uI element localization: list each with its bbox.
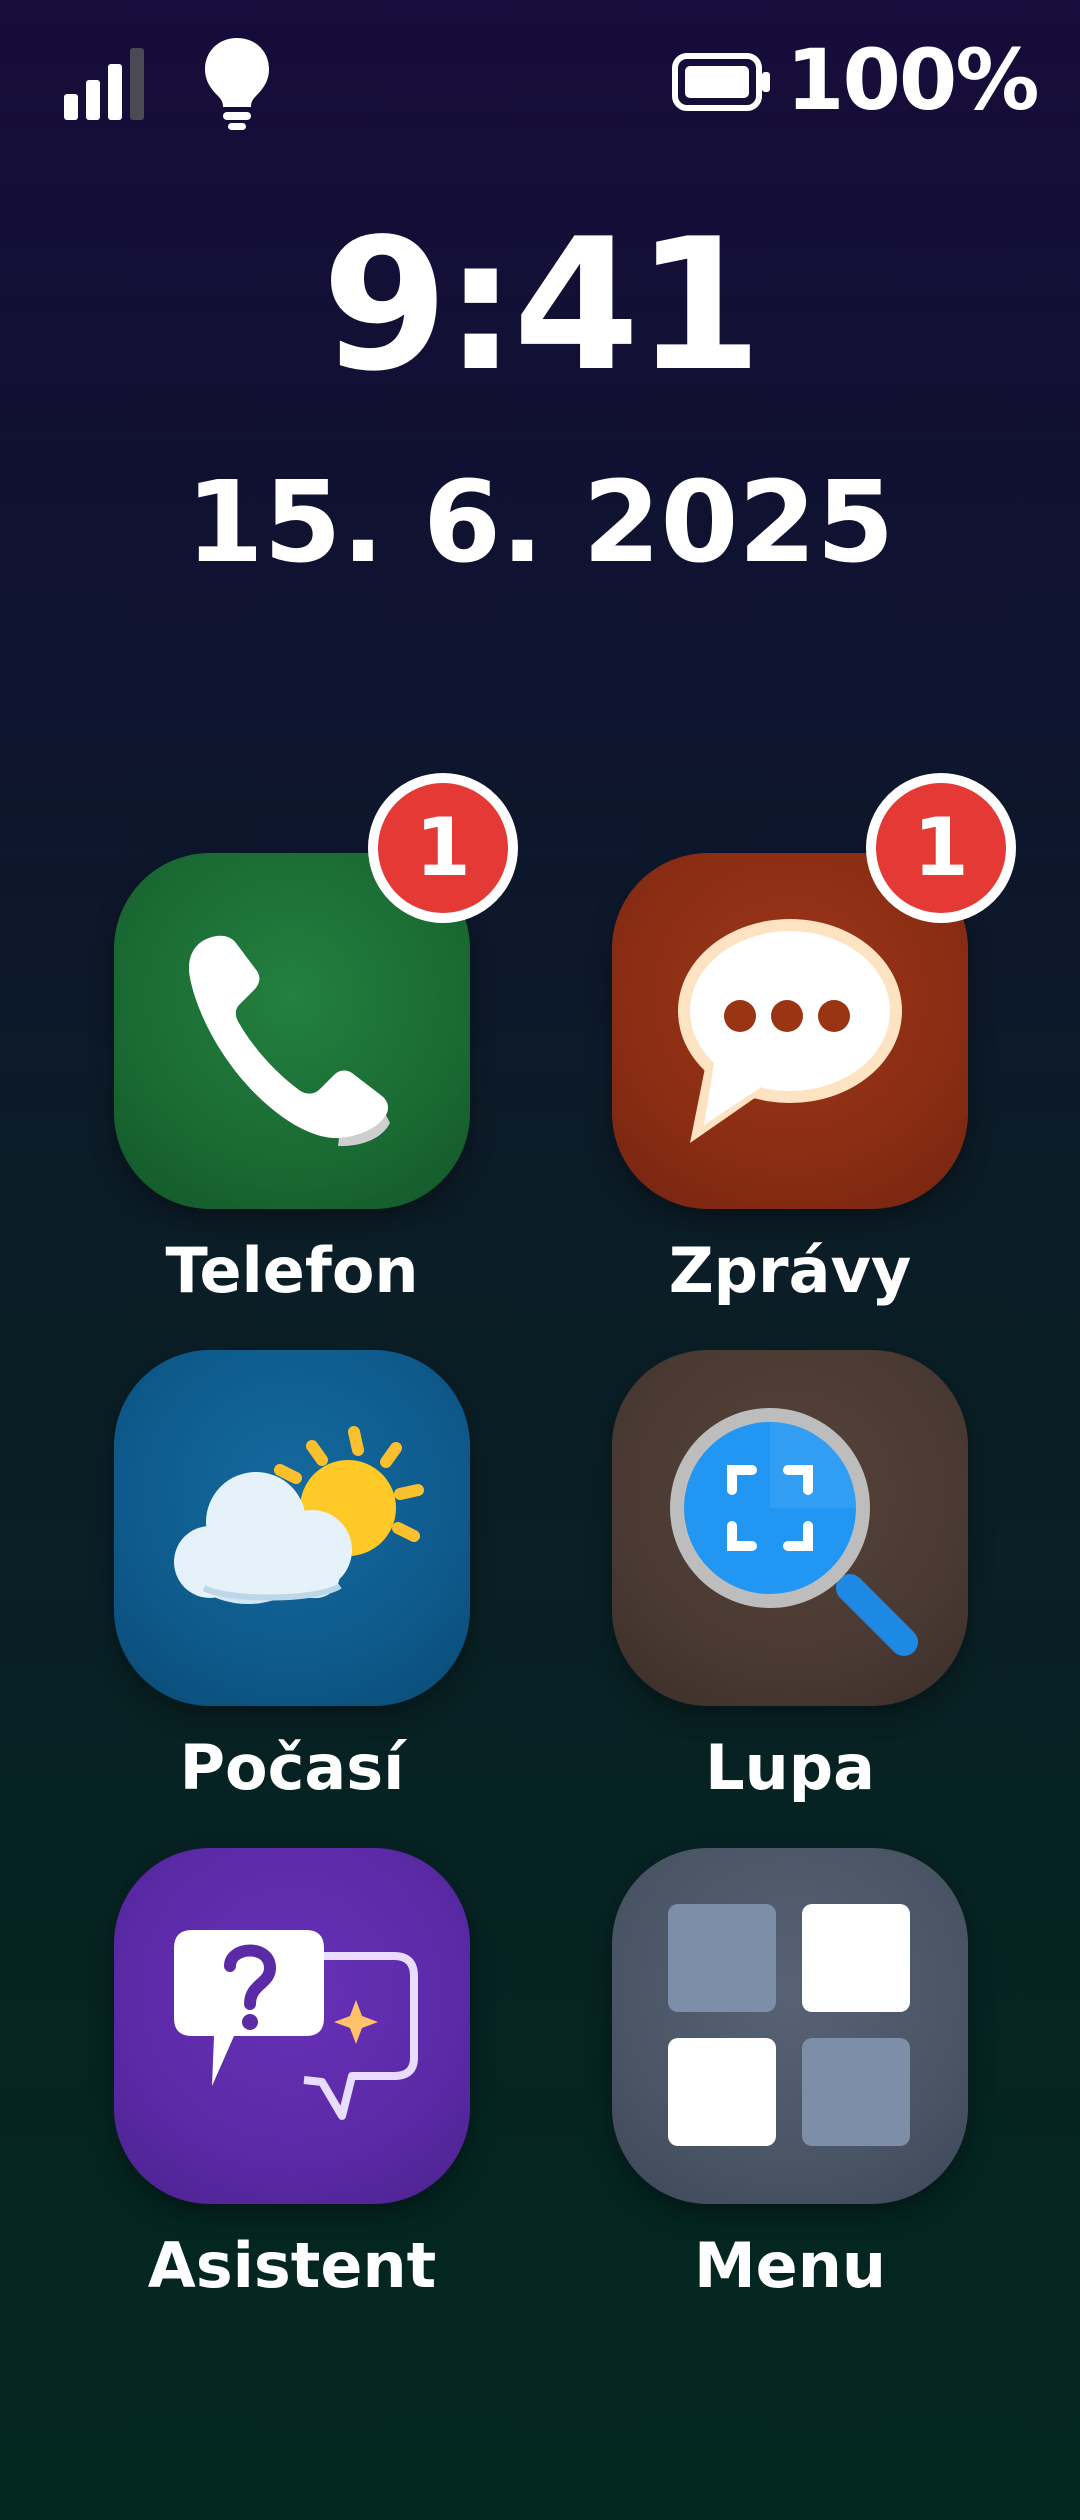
grid-menu-icon <box>668 1904 910 2146</box>
assistant-app-icon[interactable] <box>114 1848 470 2204</box>
app-label-assistant: Asistent <box>147 2229 437 2302</box>
lock-date: 15. 6. 2025 <box>185 458 895 588</box>
magnifier-app-icon[interactable] <box>612 1350 968 1706</box>
cloud-sun-icon <box>174 1426 424 1604</box>
app-label-messages: Zprávy <box>668 1234 912 1307</box>
assistant-question-icon <box>174 1930 418 2120</box>
app-label-menu: Menu <box>693 2229 887 2302</box>
lightbulb-icon[interactable] <box>202 36 272 130</box>
notification-badge: 1 <box>866 773 1016 923</box>
weather-app-icon[interactable] <box>114 1350 470 1706</box>
app-label-weather: Počasí <box>179 1731 405 1804</box>
app-label-magnifier: Lupa <box>705 1731 875 1804</box>
notification-badge: 1 <box>368 773 518 923</box>
lock-clock: 9:41 <box>321 199 763 411</box>
magnifier-icon <box>670 1408 918 1656</box>
battery-percentage: 100% <box>786 31 1040 129</box>
status-bar: 100% <box>0 0 1080 160</box>
battery-icon <box>672 53 770 111</box>
app-label-phone: Telefon <box>165 1234 419 1307</box>
menu-app-icon[interactable] <box>612 1848 968 2204</box>
signal-bars-icon <box>64 48 144 120</box>
